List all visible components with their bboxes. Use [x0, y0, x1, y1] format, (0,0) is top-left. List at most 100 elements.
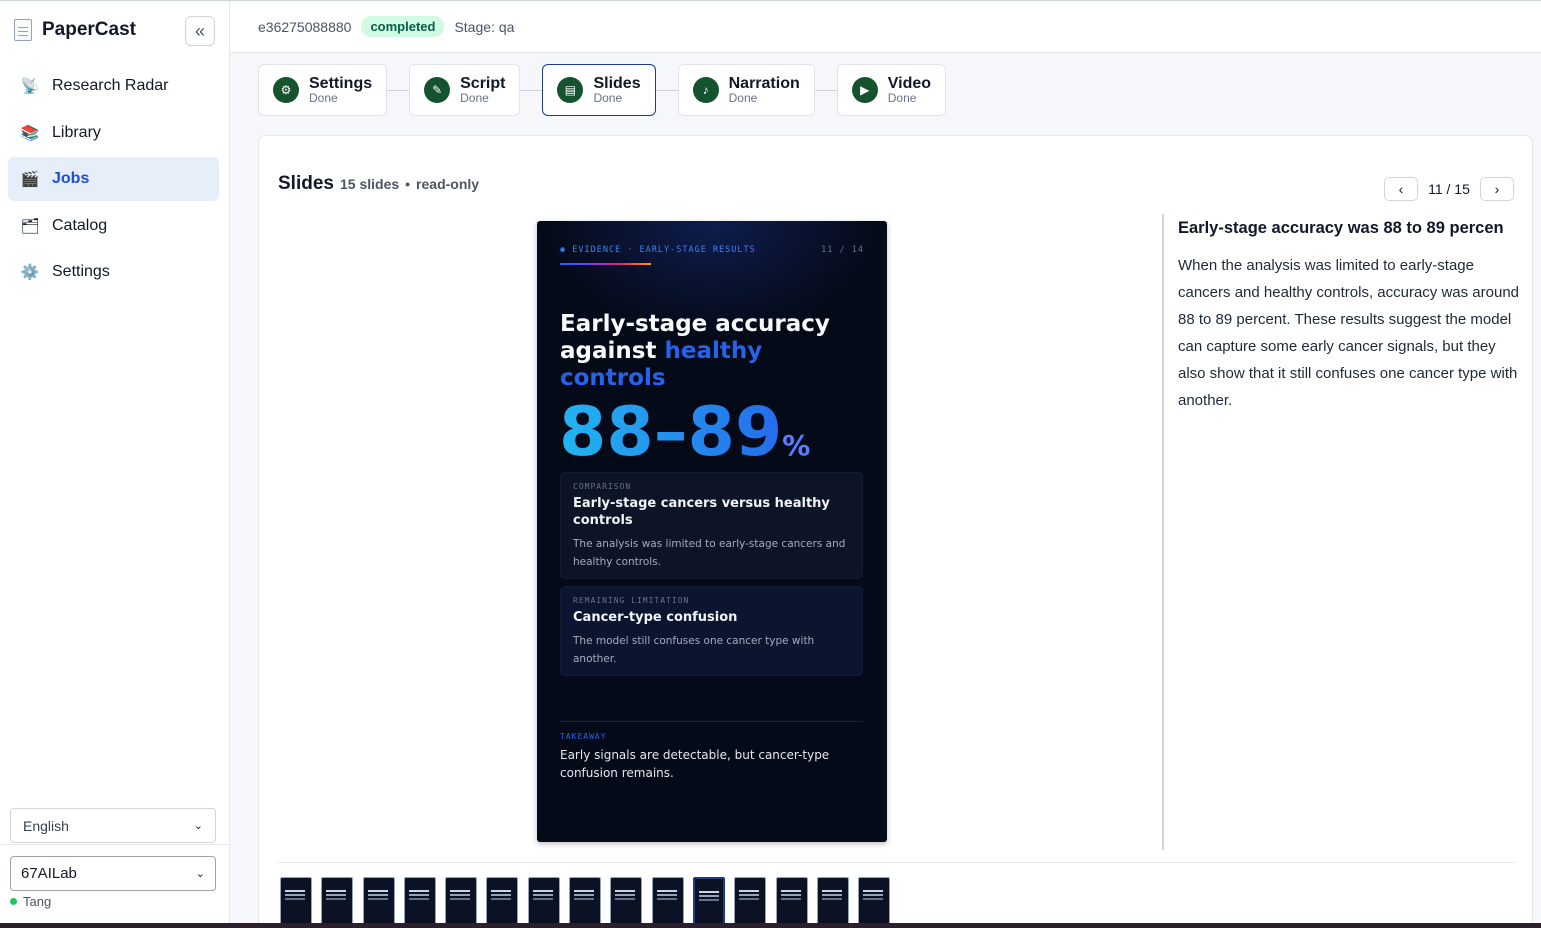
step-narration[interactable]: ♪ Narration Done	[677, 64, 815, 116]
step-slides[interactable]: ▤ Slides Done	[542, 64, 656, 116]
chevron-down-icon: ⌄	[195, 868, 205, 880]
step-connector	[520, 89, 543, 91]
slide-thumbnail[interactable]	[816, 877, 849, 928]
sidebar-item-label: Library	[52, 123, 101, 141]
comparison-card: COMPARISON Early-stage cancers versus he…	[560, 472, 863, 579]
bottom-bar	[0, 923, 1541, 928]
accent-bar	[560, 263, 651, 265]
step-label: Slides	[593, 74, 641, 92]
panel-title: Slides 15 slides • read-only	[278, 173, 479, 195]
sidebar-item-label: Research Radar	[52, 77, 169, 94]
double-chevron-left-icon: «	[194, 20, 205, 41]
card-title: Cancer-type confusion	[573, 610, 738, 625]
language-select[interactable]: English ⌄	[10, 808, 216, 843]
meta-separator: •	[405, 176, 411, 192]
step-status: Done	[593, 91, 623, 106]
slide-divider	[560, 721, 863, 722]
slide-headline: Early-stage accuracy against healthy con…	[560, 311, 860, 392]
satellite-dish-icon: 📡	[20, 78, 40, 95]
slide-thumbnail[interactable]	[775, 877, 808, 928]
sidebar-divider	[0, 844, 229, 845]
takeaway-label: TAKEAWAY	[560, 732, 607, 741]
slide-thumbnail[interactable]	[445, 877, 478, 928]
chevron-right-icon: ›	[1494, 181, 1500, 197]
slide-thumbnail[interactable]	[610, 877, 643, 928]
music-note-icon: ♪	[692, 77, 719, 103]
card-label: COMPARISON	[573, 482, 632, 491]
clapper-board-icon: 🎬	[20, 171, 40, 188]
slide-thumbnail[interactable]	[280, 877, 312, 928]
step-settings[interactable]: ⚙ Settings Done	[258, 64, 388, 116]
step-status: Done	[309, 91, 338, 106]
sidebar-item-research-radar[interactable]: 📡 Research Radar	[8, 64, 219, 108]
slide-thumbnail[interactable]	[362, 877, 395, 928]
step-status: Done	[460, 91, 489, 106]
user-name: Tang	[23, 894, 52, 909]
slide-thumbnail[interactable]	[734, 877, 767, 928]
prev-slide-button[interactable]: ‹	[1384, 177, 1418, 201]
chevron-left-icon: ‹	[1398, 181, 1404, 197]
org-select[interactable]: 67AILab ⌄	[10, 856, 216, 891]
collapse-sidebar-button[interactable]: «	[185, 16, 215, 46]
slides-icon: ▤	[557, 77, 584, 103]
step-script[interactable]: ✎ Script Done	[409, 64, 521, 116]
document-icon	[14, 19, 32, 41]
step-label: Script	[460, 74, 506, 92]
sidebar-item-jobs[interactable]: 🎬 Jobs	[8, 157, 219, 201]
thumbnail-divider	[278, 862, 1515, 863]
sidebar-nav: 📡 Research Radar 📚 Library 🎬 Jobs 🗂 Cata…	[8, 64, 219, 297]
step-status: Done	[887, 91, 917, 106]
notes-divider	[1162, 214, 1164, 850]
slide-thumbnail[interactable]	[486, 877, 519, 928]
current-user: Tang	[10, 894, 51, 909]
slide-thumbnail[interactable]	[858, 877, 891, 928]
notes-body: When the analysis was limited to early-s…	[1178, 257, 1520, 409]
slide-thumbnail[interactable]	[651, 877, 684, 928]
sidebar-item-label: Settings	[52, 263, 110, 280]
slide-pager: ‹ 11 / 15 ›	[1384, 177, 1514, 201]
chevron-down-icon: ⌄	[193, 820, 203, 832]
step-label: Video	[887, 74, 932, 92]
card-body: The analysis was limited to early-stage …	[573, 538, 846, 568]
language-value: English	[23, 817, 69, 834]
books-icon: 📚	[20, 124, 40, 142]
slide-thumbnail[interactable]	[403, 877, 436, 928]
slide-thumbnail[interactable]	[569, 877, 602, 928]
pipeline-steps: ⚙ Settings Done ✎ Script Done ▤ Slides Done…	[258, 64, 947, 116]
sidebar-item-settings[interactable]: ⚙️ Settings	[8, 250, 219, 294]
gear-icon: ⚙️	[20, 264, 40, 281]
pencil-icon: ✎	[424, 77, 451, 103]
job-id: e36275088880	[258, 18, 352, 35]
slide-thumbnail[interactable]	[527, 877, 560, 928]
panel-heading: Slides	[278, 173, 334, 194]
main-content: e36275088880 completed Stage: qa ⚙ Setti…	[230, 1, 1541, 928]
step-connector	[655, 89, 678, 91]
stage-label: Stage: qa	[454, 18, 515, 35]
card-box-icon: 🗂	[20, 217, 40, 235]
read-only-label: read-only	[416, 176, 480, 192]
brand[interactable]: PaperCast	[14, 19, 136, 41]
notes-title: Early-stage accuracy was 88 to 89 percen	[1178, 219, 1504, 237]
step-connector	[387, 89, 410, 91]
sidebar-item-catalog[interactable]: 🗂 Catalog	[8, 204, 219, 248]
play-icon: ▶	[851, 77, 878, 103]
slide-thumbnail[interactable]	[321, 877, 354, 928]
step-status: Done	[728, 91, 758, 106]
step-video[interactable]: ▶ Video Done	[836, 64, 947, 116]
sidebar-item-label: Jobs	[52, 170, 90, 187]
online-status-dot	[10, 898, 17, 905]
big-stat-value: 88–89	[559, 393, 783, 472]
slide-thumbnail[interactable]	[692, 877, 725, 928]
big-stat-unit: %	[782, 429, 811, 462]
sidebar: PaperCast « 📡 Research Radar 📚 Library 🎬…	[0, 1, 230, 923]
slide-count: 15 slides	[339, 176, 400, 192]
step-label: Settings	[309, 74, 373, 92]
limitation-card: REMAINING LIMITATION Cancer-type confusi…	[560, 586, 863, 676]
slides-panel: Slides 15 slides • read-only ‹ 11 / 15 ›…	[258, 135, 1533, 928]
card-body: The model still confuses one cancer type…	[573, 635, 815, 665]
sidebar-item-library[interactable]: 📚 Library	[8, 111, 219, 155]
card-label: REMAINING LIMITATION	[573, 596, 690, 605]
sidebar-item-label: Catalog	[52, 216, 108, 234]
next-slide-button[interactable]: ›	[1480, 177, 1514, 201]
org-value: 67AILab	[21, 865, 77, 882]
